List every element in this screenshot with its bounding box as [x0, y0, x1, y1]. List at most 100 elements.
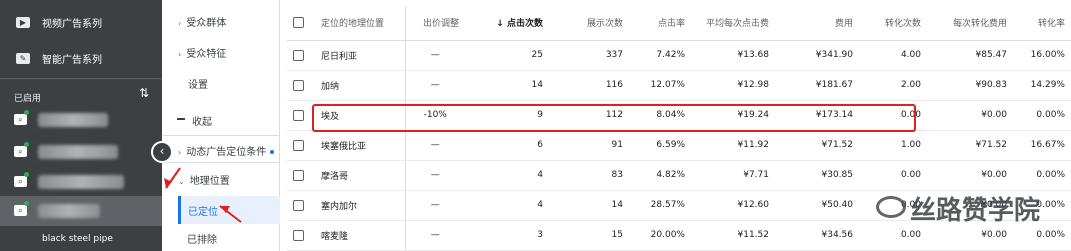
nav-item-dynamic-targeting[interactable]: › 动态广告定位条件	[178, 143, 275, 158]
row-checkbox[interactable]	[293, 139, 304, 151]
row-select-cell[interactable]	[287, 40, 315, 71]
row-checkbox[interactable]	[293, 79, 304, 91]
cell-avg-cpc: ¥11.92	[691, 130, 775, 161]
cell-location[interactable]: 摩洛哥	[315, 160, 405, 191]
column-header-cost-per-conv[interactable]: 每次转化费用	[927, 6, 1013, 41]
row-select-cell[interactable]	[287, 70, 315, 101]
search-icon: ⌕	[14, 205, 27, 216]
sidebar-item-video-campaigns[interactable]: ▶ 视频广告系列	[0, 6, 162, 38]
nav-label: 设置	[188, 80, 208, 91]
table-row[interactable]: 摩洛哥 —4 83 4.82% ¥7.71 ¥30.85 0.00 ¥0.00 0.00%	[287, 160, 1071, 191]
search-icon: ⌕	[14, 146, 27, 157]
row-select-cell[interactable]	[287, 190, 315, 221]
cell-bid-adj: —	[404, 70, 465, 101]
cell-avg-cpc: ¥12.60	[691, 190, 775, 221]
cell-cost-per-conv: ¥0.00	[927, 100, 1013, 131]
sidebar-item-label: 智能广告系列	[42, 54, 102, 66]
cell-location[interactable]: 加纳	[315, 70, 405, 101]
cell-ctr: 20.00%	[629, 220, 691, 251]
cell-conv-rate: 16.67%	[1013, 130, 1071, 161]
cell-clicks: 6	[465, 130, 549, 161]
row-select-cell[interactable]	[287, 130, 315, 161]
new-indicator-dot	[270, 150, 275, 154]
status-dot	[24, 110, 29, 115]
chevron-right-icon: ›	[178, 148, 182, 157]
cell-cost-per-conv: ¥85.47	[927, 40, 1013, 71]
header-label: 点击次数	[506, 19, 543, 30]
search-icon: ⌕	[14, 176, 27, 187]
cell-avg-cpc: ¥12.98	[691, 70, 775, 101]
cell-clicks: 25	[465, 40, 549, 71]
cell-conversions: 2.00	[859, 70, 927, 101]
row-checkbox[interactable]	[293, 49, 304, 61]
campaign-item[interactable]: ⌕	[0, 167, 162, 197]
nav-label: 动态广告定位条件	[186, 147, 267, 158]
cell-location[interactable]: 塞内加尔	[315, 190, 405, 221]
column-header-cost[interactable]: 费用	[775, 6, 859, 41]
campaign-item-active[interactable]: ⌕	[0, 196, 162, 226]
table-row[interactable]: 埃塞俄比亚 —6 91 6.59% ¥11.92 ¥71.52 1.00 ¥71.52 16.6…	[287, 130, 1071, 161]
cell-location[interactable]: 尼日利亚	[315, 40, 405, 71]
cell-conversions: 0.00	[859, 160, 927, 191]
campaign-item[interactable]: ⌕	[0, 137, 162, 167]
column-header-conv-rate[interactable]: 转化率	[1013, 6, 1071, 41]
cell-clicks: 4	[465, 190, 549, 221]
campaign-item[interactable]: ⌕	[0, 105, 162, 135]
select-all-checkbox[interactable]	[293, 17, 304, 29]
cell-conversions: 4.00	[859, 40, 927, 71]
cell-cost: ¥30.85	[775, 160, 859, 191]
column-header-conversions[interactable]: 转化次数	[859, 6, 927, 41]
cell-avg-cpc: ¥7.71	[691, 160, 775, 191]
cell-cost-per-conv: ¥90.83	[927, 70, 1013, 101]
column-header-impressions[interactable]: 展示次数	[549, 6, 629, 41]
column-header-avg-cpc[interactable]: 平均每次点击费	[691, 6, 775, 41]
cell-location[interactable]: 喀麦隆	[315, 220, 405, 251]
nav-item-audience-traits[interactable]: › 受众特征	[178, 45, 226, 60]
nav-item-collapse[interactable]: 收起	[192, 113, 212, 128]
cell-bid-adj: —	[404, 190, 465, 221]
table-row[interactable]: 尼日利亚 —25 337 7.42% ¥13.68 ¥341.90 4.00 ¥85.47 16…	[287, 40, 1071, 71]
video-icon: ▶	[16, 16, 30, 28]
sort-icon[interactable]: ⇅	[139, 86, 149, 100]
header-select-all[interactable]	[287, 6, 315, 41]
cell-bid-adj: —	[404, 160, 465, 191]
nav-item-settings[interactable]: 设置	[188, 76, 208, 91]
cell-cost: ¥181.67	[775, 70, 859, 101]
cell-ctr: 4.82%	[629, 160, 691, 191]
row-checkbox[interactable]	[293, 169, 304, 181]
column-header-clicks[interactable]: ↓ 点击次数	[465, 6, 549, 41]
nav-label: 受众群体	[186, 18, 227, 29]
watermark: 丝路赞学院	[910, 196, 1041, 226]
row-checkbox[interactable]	[293, 229, 304, 241]
nav-item-excluded[interactable]: 已排除	[187, 231, 217, 246]
search-icon: ⌕	[14, 114, 27, 125]
divider	[163, 135, 280, 136]
column-header-location[interactable]: 定位的地理位置	[315, 6, 405, 41]
column-header-ctr[interactable]: 点击率	[629, 6, 691, 41]
enabled-label: 已启用	[14, 94, 42, 104]
sidebar-item-smart-campaigns[interactable]: ✎ 智能广告系列	[0, 42, 162, 74]
annotation-arrows	[164, 167, 242, 223]
cell-conv-rate: 16.00%	[1013, 40, 1071, 71]
row-select-cell[interactable]	[287, 160, 315, 191]
cell-clicks: 4	[465, 160, 549, 191]
cell-location[interactable]: 埃塞俄比亚	[315, 130, 405, 161]
cell-impressions: 116	[549, 70, 629, 101]
cell-cost-per-conv: ¥71.52	[927, 130, 1013, 161]
highlight-box-egypt-row	[312, 104, 916, 132]
collapse-sidebar-button[interactable]: ‹	[151, 141, 173, 163]
table-row[interactable]: 加纳 —14 116 12.07% ¥12.98 ¥181.67 2.00 ¥90.83 14.…	[287, 70, 1071, 101]
cell-ctr: 12.07%	[629, 70, 691, 101]
divider	[0, 78, 162, 79]
nav-label: 已排除	[187, 235, 217, 246]
row-checkbox[interactable]	[293, 199, 304, 211]
cell-impressions: 337	[549, 40, 629, 71]
nav-item-audience-segments[interactable]: › 受众群体	[178, 14, 226, 29]
row-select-cell[interactable]	[287, 220, 315, 251]
row-checkbox[interactable]	[293, 109, 304, 121]
campaign-name-label[interactable]: black steel pipe	[42, 234, 113, 244]
column-header-bid-adj[interactable]: 出价调整	[404, 6, 465, 41]
cell-cost: ¥50.40	[775, 190, 859, 221]
row-select-cell[interactable]	[287, 100, 315, 131]
blurred-campaign-name	[38, 145, 118, 159]
